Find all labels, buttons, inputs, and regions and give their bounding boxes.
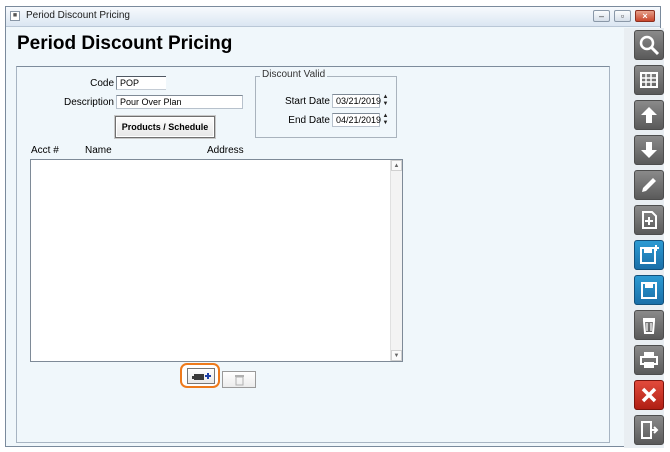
exit-button[interactable] bbox=[634, 415, 664, 445]
search-icon bbox=[639, 35, 660, 56]
remove-account-button[interactable] bbox=[222, 371, 256, 388]
minimize-button[interactable]: – bbox=[593, 10, 610, 22]
spin-up-icon[interactable]: ▲ bbox=[381, 113, 390, 120]
form-panel: Code POP Description Pour Over Plan Prod… bbox=[16, 66, 610, 443]
edit-button[interactable] bbox=[634, 170, 664, 200]
end-date-spinner[interactable]: ▲ ▼ bbox=[381, 113, 390, 127]
end-date-label: End Date bbox=[288, 115, 330, 126]
pencil-icon bbox=[642, 178, 656, 192]
window-title: Period Discount Pricing bbox=[26, 10, 130, 21]
new-document-icon bbox=[642, 211, 657, 229]
start-date-label: Start Date bbox=[284, 96, 330, 107]
app-window: ■ Period Discount Pricing – ▫ × Period D… bbox=[5, 6, 664, 448]
column-header-address[interactable]: Address bbox=[207, 145, 244, 156]
code-field[interactable]: POP bbox=[116, 76, 166, 90]
save-new-icon bbox=[640, 245, 659, 264]
discount-valid-group: Discount Valid Start Date 03/21/2019 ▲ ▼… bbox=[255, 69, 397, 138]
grid-icon bbox=[640, 72, 658, 88]
description-field[interactable]: Pour Over Plan bbox=[116, 95, 243, 109]
page-title: Period Discount Pricing bbox=[17, 33, 233, 54]
close-button[interactable]: × bbox=[635, 10, 655, 22]
grid-view-button[interactable] bbox=[634, 65, 664, 95]
scroll-up-icon[interactable]: ▲ bbox=[391, 160, 402, 171]
add-account-inner[interactable] bbox=[187, 368, 215, 384]
save-new-button[interactable] bbox=[634, 240, 664, 270]
search-button[interactable] bbox=[634, 30, 664, 60]
column-header-acct[interactable]: Acct # bbox=[31, 145, 59, 156]
column-header-name[interactable]: Name bbox=[85, 145, 112, 156]
cancel-icon bbox=[641, 387, 657, 403]
trash-icon bbox=[235, 375, 244, 386]
description-label: Description bbox=[63, 97, 114, 108]
add-account-button[interactable] bbox=[180, 363, 220, 388]
exit-icon bbox=[641, 421, 659, 439]
save-button[interactable] bbox=[634, 275, 664, 305]
spin-down-icon[interactable]: ▼ bbox=[381, 120, 390, 127]
maximize-button[interactable]: ▫ bbox=[614, 10, 631, 22]
products-schedule-button[interactable]: Products / Schedule bbox=[115, 116, 215, 138]
list-scrollbar[interactable]: ▲ ▼ bbox=[390, 160, 402, 361]
save-icon bbox=[641, 282, 657, 299]
new-record-button[interactable] bbox=[634, 205, 664, 235]
print-button[interactable] bbox=[634, 345, 664, 375]
spin-down-icon[interactable]: ▼ bbox=[381, 101, 390, 108]
code-label: Code bbox=[90, 78, 114, 89]
trash-icon bbox=[642, 318, 656, 334]
arrow-up-icon bbox=[641, 107, 657, 123]
arrow-down-icon bbox=[641, 142, 657, 158]
cancel-button[interactable] bbox=[634, 380, 664, 410]
discount-valid-legend: Discount Valid bbox=[260, 69, 328, 80]
scroll-down-icon[interactable]: ▼ bbox=[391, 350, 402, 361]
title-bar: ■ Period Discount Pricing – ▫ × bbox=[6, 7, 660, 27]
delete-button[interactable] bbox=[634, 310, 664, 340]
add-account-icon bbox=[192, 373, 211, 380]
print-icon bbox=[640, 352, 658, 368]
move-up-button[interactable] bbox=[634, 100, 664, 130]
accounts-list[interactable]: ▲ ▼ bbox=[30, 159, 403, 362]
start-date-spinner[interactable]: ▲ ▼ bbox=[381, 94, 390, 108]
start-date-field[interactable]: 03/21/2019 bbox=[332, 94, 381, 108]
spin-up-icon[interactable]: ▲ bbox=[381, 94, 390, 101]
end-date-field[interactable]: 04/21/2019 bbox=[332, 113, 381, 127]
app-icon: ■ bbox=[10, 11, 20, 21]
move-down-button[interactable] bbox=[634, 135, 664, 165]
action-toolbar bbox=[624, 28, 664, 448]
